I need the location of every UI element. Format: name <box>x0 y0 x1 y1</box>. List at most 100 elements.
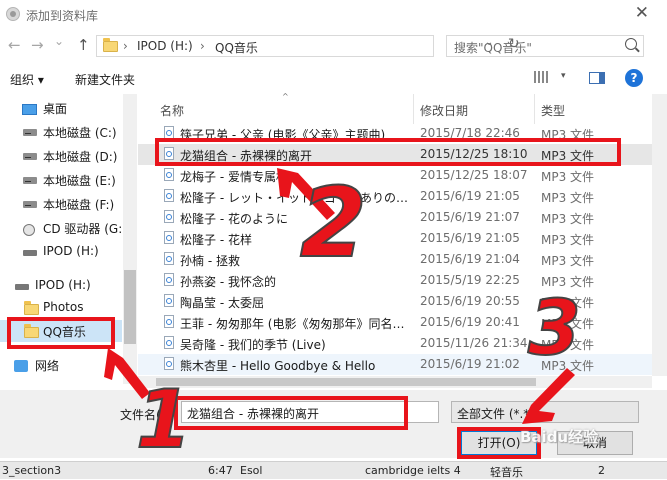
file-name: 松隆子 - 花样 <box>180 233 252 247</box>
chevron-down-icon[interactable]: ⌄ <box>457 405 634 415</box>
file-row[interactable]: 熊木杏里 - Hello Goodbye & Hello 2015/6/19 21… <box>138 354 652 375</box>
sidebar-item-drive-c[interactable]: 本地磁盘 (C:) <box>0 121 122 143</box>
filetype-select[interactable]: 全部文件 (*.*) ⌄ <box>451 401 639 423</box>
file-row[interactable]: 松隆子 - レット・イット・ゴー～ありの… 2015/6/19 21:05 MP3 … <box>138 186 652 207</box>
file-name: 松隆子 - 花のように <box>180 212 288 226</box>
title-bar: 添加到资料库 ✕ <box>0 0 667 30</box>
file-date: 2015/6/19 20:41 <box>420 315 520 329</box>
file-name: 孙楠 - 拯救 <box>180 254 240 268</box>
background-cell: Esol <box>240 464 263 477</box>
view-options-icon[interactable] <box>534 71 548 83</box>
file-type: MP3 文件 <box>541 212 595 226</box>
sidebar-item-label: CD 驱动器 (G: <box>43 222 123 236</box>
file-date: 2015/6/19 21:05 <box>420 189 520 203</box>
search-input[interactable]: 搜索"QQ音乐" <box>454 39 532 56</box>
mp3-file-icon <box>164 210 174 223</box>
sidebar-item-ipod-root[interactable]: IPOD (H:) <box>0 275 122 297</box>
file-type: MP3 文件 <box>541 338 595 352</box>
sidebar-item-drive-e[interactable]: 本地磁盘 (E:) <box>0 169 122 191</box>
file-list-scrollbar[interactable] <box>652 94 667 376</box>
itunes-icon <box>6 7 20 21</box>
file-list: 名称 修改日期 类型 筷子兄弟 - 父亲 (电影《父亲》主题曲) 2015/7/1… <box>138 94 652 376</box>
file-row[interactable]: 王菲 - 匆匆那年 (电影《匆匆那年》同名… 2015/6/19 20:41 MP3… <box>138 312 652 333</box>
file-date: 2015/12/25 18:07 <box>420 168 528 182</box>
recent-locations-icon[interactable]: ⌄ <box>54 34 64 48</box>
mp3-file-icon <box>164 189 174 202</box>
organize-button[interactable]: 组织 ▾ <box>10 71 44 88</box>
new-folder-button[interactable]: 新建文件夹 <box>75 71 135 88</box>
sidebar-item-drive-f[interactable]: 本地磁盘 (F:) <box>0 193 122 215</box>
file-date: 2015/6/19 21:04 <box>420 252 520 266</box>
sidebar-item-network[interactable]: 网络 <box>0 354 122 376</box>
mp3-file-icon <box>164 231 174 244</box>
sidebar-item-label: IPOD (H:) <box>43 244 99 258</box>
watermark: Baidu经验 <box>520 428 599 446</box>
search-icon[interactable] <box>625 38 637 50</box>
annotation-box-filename <box>174 396 408 430</box>
sidebar-scroll-thumb[interactable] <box>124 270 136 344</box>
file-row[interactable]: 吴奇隆 - 我们的季节 (Live) 2015/11/26 21:34 MP3 文件 <box>138 333 652 354</box>
back-icon[interactable]: ← <box>8 36 21 54</box>
sidebar-item-photos[interactable]: Photos <box>0 297 122 319</box>
drive-icon <box>23 153 37 160</box>
background-cell: 轻音乐 <box>490 466 523 479</box>
breadcrumb-ipod[interactable]: IPOD (H:) <box>137 39 193 53</box>
file-type: MP3 文件 <box>541 296 595 310</box>
breadcrumb-qqmusic[interactable]: QQ音乐 <box>215 39 258 56</box>
file-name: 松隆子 - レット・イット・ゴー～ありの… <box>180 191 408 205</box>
drive-icon <box>23 177 37 184</box>
filename-label: 文件名(N): <box>120 408 179 422</box>
column-header-date[interactable]: 修改日期 <box>420 102 468 119</box>
mp3-file-icon <box>164 294 174 307</box>
column-divider[interactable] <box>534 94 535 124</box>
preview-pane-icon[interactable] <box>589 72 605 84</box>
background-cell: 3_section3 <box>2 464 62 477</box>
window-title: 添加到资料库 <box>26 9 99 23</box>
desktop-icon <box>22 104 37 115</box>
file-date: 2015/6/19 21:07 <box>420 210 520 224</box>
file-row[interactable]: 孙楠 - 拯救 2015/6/19 21:04 MP3 文件 <box>138 249 652 270</box>
file-name: 熊木杏里 - Hello Goodbye & Hello <box>180 359 376 373</box>
breadcrumb-separator: › <box>123 39 128 53</box>
file-row[interactable]: 孙燕姿 - 我怀念的 2015/5/19 22:25 MP3 文件 <box>138 270 652 291</box>
toolbar: 组织 ▾ 新建文件夹 <box>0 66 667 94</box>
background-cell: 6:47 <box>208 464 233 477</box>
horizontal-scroll-thumb[interactable] <box>156 378 536 386</box>
file-row[interactable]: 松隆子 - 花のように 2015/6/19 21:07 MP3 文件 <box>138 207 652 228</box>
mp3-file-icon <box>164 336 174 349</box>
mp3-file-icon <box>164 273 174 286</box>
view-dropdown-icon[interactable]: ▾ <box>561 71 566 81</box>
forward-icon[interactable]: → <box>31 36 44 54</box>
ipod-icon <box>23 250 37 256</box>
file-row[interactable]: 龙梅子 - 爱情专属权 2015/12/25 18:07 MP3 文件 <box>138 165 652 186</box>
address-bar[interactable]: › IPOD (H:) › QQ音乐 ⌄ ↻ <box>96 35 520 57</box>
file-type: MP3 文件 <box>541 359 595 373</box>
drive-icon <box>23 129 37 136</box>
up-icon[interactable]: ↑ <box>77 36 90 54</box>
sidebar-item-ipod[interactable]: IPOD (H:) <box>0 241 122 263</box>
sidebar-item-drive-d[interactable]: 本地磁盘 (D:) <box>0 145 122 167</box>
background-cell: 2 <box>598 464 605 477</box>
sidebar-item-label: 本地磁盘 (F:) <box>43 198 115 212</box>
close-icon[interactable]: ✕ <box>635 3 649 23</box>
column-header-type[interactable]: 类型 <box>541 102 565 119</box>
mp3-file-icon <box>164 252 174 265</box>
file-type: MP3 文件 <box>541 191 595 205</box>
folder-icon <box>103 38 118 52</box>
sidebar-item-desktop[interactable]: 桌面 <box>0 97 122 119</box>
sidebar-item-cd-drive[interactable]: CD 驱动器 (G: <box>0 217 122 239</box>
file-date: 2015/6/19 21:05 <box>420 231 520 245</box>
sidebar-item-label: 本地磁盘 (E:) <box>43 174 116 188</box>
column-header-name[interactable]: 名称 <box>160 102 184 119</box>
file-name: 王菲 - 匆匆那年 (电影《匆匆那年》同名… <box>180 317 405 331</box>
file-date: 2015/6/19 20:55 <box>420 294 520 308</box>
mp3-file-icon <box>164 168 174 181</box>
file-row[interactable]: 陶晶莹 - 太委屈 2015/6/19 20:55 MP3 文件 <box>138 291 652 312</box>
search-box[interactable]: 搜索"QQ音乐" <box>446 35 644 57</box>
sidebar-item-label: 本地磁盘 (C:) <box>43 126 117 140</box>
mp3-file-icon <box>164 315 174 328</box>
help-icon[interactable]: ? <box>625 69 643 87</box>
file-type: MP3 文件 <box>541 254 595 268</box>
file-row[interactable]: 松隆子 - 花样 2015/6/19 21:05 MP3 文件 <box>138 228 652 249</box>
column-divider[interactable] <box>413 94 414 124</box>
